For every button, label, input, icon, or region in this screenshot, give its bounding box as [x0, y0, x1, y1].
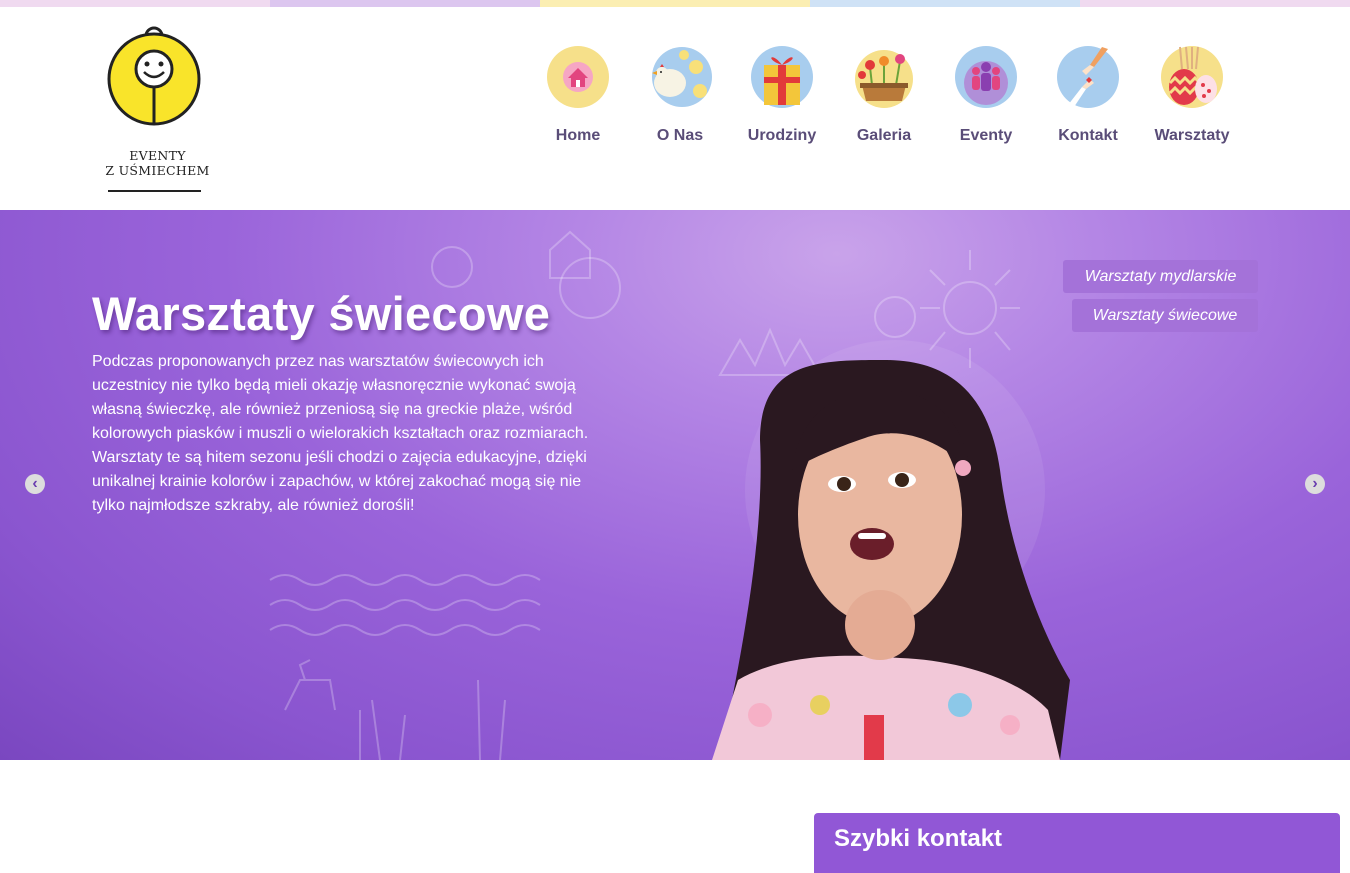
nav-item-urodziny[interactable]: Urodziny: [734, 45, 830, 145]
nav-label: Eventy: [959, 127, 1013, 144]
nav-item-eventy[interactable]: Eventy: [938, 45, 1034, 145]
site-header: EVENTY Z UŚMIECHEM Home O Nas Urodziny G…: [0, 7, 1350, 210]
chevron-left-icon: ‹: [32, 475, 38, 492]
smiley-logo-icon: [107, 26, 201, 126]
nav-label: Home: [555, 127, 601, 144]
workshop-link-soap[interactable]: Warsztaty mydlarskie: [1063, 260, 1258, 293]
strip-segment: [540, 0, 810, 7]
nav-item-o-nas[interactable]: O Nas: [632, 45, 728, 145]
slider-next-button[interactable]: ›: [1305, 474, 1325, 494]
nav-item-galeria[interactable]: Galeria: [836, 45, 932, 145]
nav-item-home[interactable]: Home: [530, 45, 626, 145]
nav-item-kontakt[interactable]: Kontakt: [1040, 45, 1136, 145]
logo-underline: [108, 190, 201, 192]
gift-icon: [751, 46, 813, 108]
quick-contact-title: Szybki kontakt: [834, 825, 1003, 852]
logo-line-1: EVENTY: [129, 148, 186, 163]
chevron-right-icon: ›: [1312, 475, 1318, 492]
strip-segment: [0, 0, 270, 7]
nav-label: Warsztaty: [1154, 127, 1230, 144]
top-color-strip: [0, 0, 1350, 7]
nav-label: Kontakt: [1058, 127, 1118, 144]
easter-eggs-icon: [1161, 46, 1223, 108]
strip-segment: [270, 0, 540, 7]
nav-label: O Nas: [656, 127, 704, 144]
home-icon: [547, 46, 609, 108]
hero-description: Podczas proponowanych przez nas warsztat…: [92, 353, 589, 514]
nav-label: Galeria: [856, 127, 912, 144]
main-nav: Home O Nas Urodziny Galeria Eventy Konta…: [530, 45, 1270, 155]
people-icon: [955, 46, 1017, 108]
hero-slider: Warsztaty świecowe Podczas proponowanych…: [0, 210, 1350, 760]
nav-label: Urodziny: [747, 127, 817, 144]
hands-icon: [1057, 46, 1119, 108]
chickens-icon: [652, 47, 712, 107]
strip-segment: [1080, 0, 1350, 7]
nav-item-warsztaty[interactable]: Warsztaty: [1144, 45, 1240, 145]
logo-line-2: Z UŚMIECHEM: [105, 163, 210, 178]
quick-contact-box: Szybki kontakt: [814, 813, 1340, 873]
site-logo[interactable]: EVENTY Z UŚMIECHEM: [100, 24, 215, 192]
hero-title: Warsztaty świecowe: [92, 287, 551, 340]
slider-prev-button[interactable]: ‹: [25, 474, 45, 494]
flowers-icon: [855, 50, 913, 108]
logo-text: EVENTY Z UŚMIECHEM: [100, 148, 215, 178]
workshop-link-candle[interactable]: Warsztaty świecowe: [1072, 299, 1258, 332]
strip-segment: [810, 0, 1080, 7]
